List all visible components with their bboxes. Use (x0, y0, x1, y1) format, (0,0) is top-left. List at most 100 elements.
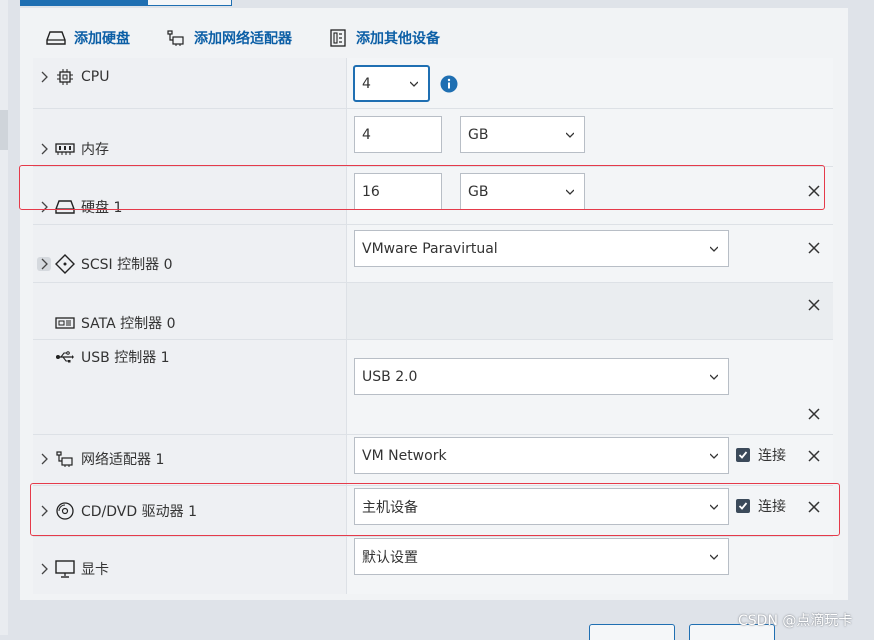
chevron-down-icon (566, 132, 574, 138)
scsi-label[interactable]: SCSI 控制器 0 (37, 254, 173, 274)
memory-unit-select[interactable]: GB (460, 116, 585, 153)
memory-size-input[interactable]: 4 (354, 116, 442, 153)
toolbar: 添加硬盘 添加网络适配器 添加其他设备 (46, 26, 476, 50)
disk-unit-select[interactable]: GB (460, 173, 585, 210)
chevron-down-icon (710, 554, 718, 560)
usb-type-select[interactable]: USB 2.0 (354, 358, 729, 395)
cpu-icon (55, 69, 75, 85)
chevron-down-icon (410, 81, 418, 87)
remove-disk-button[interactable] (807, 184, 821, 198)
cpu-count-value: 4 (362, 75, 371, 92)
display-label-text: 显卡 (81, 562, 109, 578)
chevron-right-icon[interactable] (37, 562, 51, 576)
usb-type-value: USB 2.0 (362, 368, 418, 385)
chevron-right-icon[interactable] (37, 142, 51, 156)
left-edge-nub (0, 110, 8, 150)
scsi-label-cell: SCSI 控制器 0 (33, 225, 347, 282)
display-settings-value: 默认设置 (362, 549, 418, 566)
display-settings-select[interactable]: 默认设置 (354, 538, 729, 575)
chevron-down-icon (710, 453, 718, 459)
network-connect-label: 连接 (758, 448, 786, 464)
cdrom-source-select[interactable]: 主机设备 (354, 488, 729, 525)
network-value: VM Network (362, 447, 447, 464)
network-connect-checkbox[interactable]: 连接 (736, 445, 786, 465)
add-network-label: 添加网络适配器 (194, 31, 292, 47)
chevron-right-icon[interactable] (37, 200, 51, 214)
memory-icon (55, 141, 75, 157)
cpu-row: CPU (33, 58, 833, 109)
cdrom-label-cell: CD/DVD 驱动器 1 (33, 486, 347, 536)
usb-icon (55, 349, 75, 365)
sata-label-text: SATA 控制器 0 (81, 316, 176, 332)
cdrom-source-value: 主机设备 (362, 499, 418, 516)
monitor-icon (55, 560, 75, 578)
disk-label-text: 硬盘 1 (81, 200, 123, 216)
network-label-cell: 网络适配器 1 (33, 435, 347, 485)
scsi-type-select[interactable]: VMware Paravirtual (354, 230, 729, 267)
network-adapter-icon (166, 29, 186, 47)
remove-sata-button[interactable] (807, 298, 821, 312)
checkmark-icon (736, 499, 750, 513)
remove-usb-button[interactable] (807, 407, 821, 421)
chevron-down-icon (710, 504, 718, 510)
device-list-icon (328, 29, 348, 47)
disk-size-value: 16 (362, 183, 380, 200)
network-label[interactable]: 网络适配器 1 (37, 449, 164, 469)
chevron-right-icon[interactable] (37, 452, 51, 466)
remove-network-button[interactable] (807, 449, 821, 463)
display-label[interactable]: 显卡 (37, 559, 109, 579)
info-icon[interactable] (440, 75, 458, 93)
add-disk-label: 添加硬盘 (74, 31, 130, 47)
cdrom-connect-label: 连接 (758, 499, 786, 515)
cpu-label-text: CPU (81, 69, 110, 85)
scsi-type-value: VMware Paravirtual (362, 240, 498, 257)
disk-label-cell: 硬盘 1 (33, 167, 347, 224)
chevron-right-icon[interactable] (37, 504, 51, 518)
chevron-down-icon (710, 246, 718, 252)
sata-label: SATA 控制器 0 (37, 313, 176, 333)
chevron-right-icon[interactable] (37, 257, 51, 271)
add-disk-button[interactable]: 添加硬盘 (46, 28, 130, 48)
add-other-device-button[interactable]: 添加其他设备 (328, 28, 440, 48)
add-other-device-label: 添加其他设备 (356, 31, 440, 47)
display-label-cell: 显卡 (33, 537, 347, 594)
cdrom-label-text: CD/DVD 驱动器 1 (81, 504, 197, 520)
network-label-text: 网络适配器 1 (81, 452, 165, 468)
tab-active[interactable] (20, 0, 147, 6)
memory-label[interactable]: 内存 (37, 139, 109, 159)
watermark: CSDN @点滴玩卡 (738, 613, 853, 629)
chevron-right-icon[interactable] (37, 70, 51, 84)
remove-scsi-button[interactable] (807, 241, 821, 255)
remove-cdrom-button[interactable] (807, 500, 821, 514)
cpu-label[interactable]: CPU (37, 69, 109, 85)
tab-inactive[interactable] (147, 0, 232, 6)
memory-size-value: 4 (362, 126, 371, 143)
disk-icon (46, 29, 66, 47)
cdrom-connect-checkbox[interactable]: 连接 (736, 496, 786, 516)
scsi-label-text: SCSI 控制器 0 (81, 257, 173, 273)
memory-unit-value: GB (468, 126, 489, 143)
memory-label-text: 内存 (81, 142, 109, 158)
disk-unit-value: GB (468, 183, 489, 200)
tab-strip (20, 0, 232, 8)
disk-icon (55, 199, 75, 215)
network-adapter-icon (55, 451, 75, 467)
usb-label-text: USB 控制器 1 (81, 350, 170, 366)
scsi-controller-icon (55, 254, 75, 274)
usb-label: USB 控制器 1 (37, 347, 170, 367)
cpu-label-cell: CPU (33, 58, 347, 108)
disk-label[interactable]: 硬盘 1 (37, 197, 122, 217)
chevron-down-icon (566, 189, 574, 195)
cpu-count-select[interactable]: 4 (353, 65, 430, 102)
sata-controller-icon (55, 315, 75, 331)
sata-label-cell: SATA 控制器 0 (33, 283, 347, 339)
checkmark-icon (736, 448, 750, 462)
memory-label-cell: 内存 (33, 109, 347, 166)
disk-size-input[interactable]: 16 (354, 173, 442, 210)
usb-label-cell: USB 控制器 1 (33, 340, 347, 434)
network-select[interactable]: VM Network (354, 437, 729, 474)
footer-button-left[interactable] (589, 624, 675, 640)
left-edge (0, 0, 8, 635)
add-network-button[interactable]: 添加网络适配器 (166, 28, 292, 48)
cdrom-label[interactable]: CD/DVD 驱动器 1 (37, 501, 197, 521)
